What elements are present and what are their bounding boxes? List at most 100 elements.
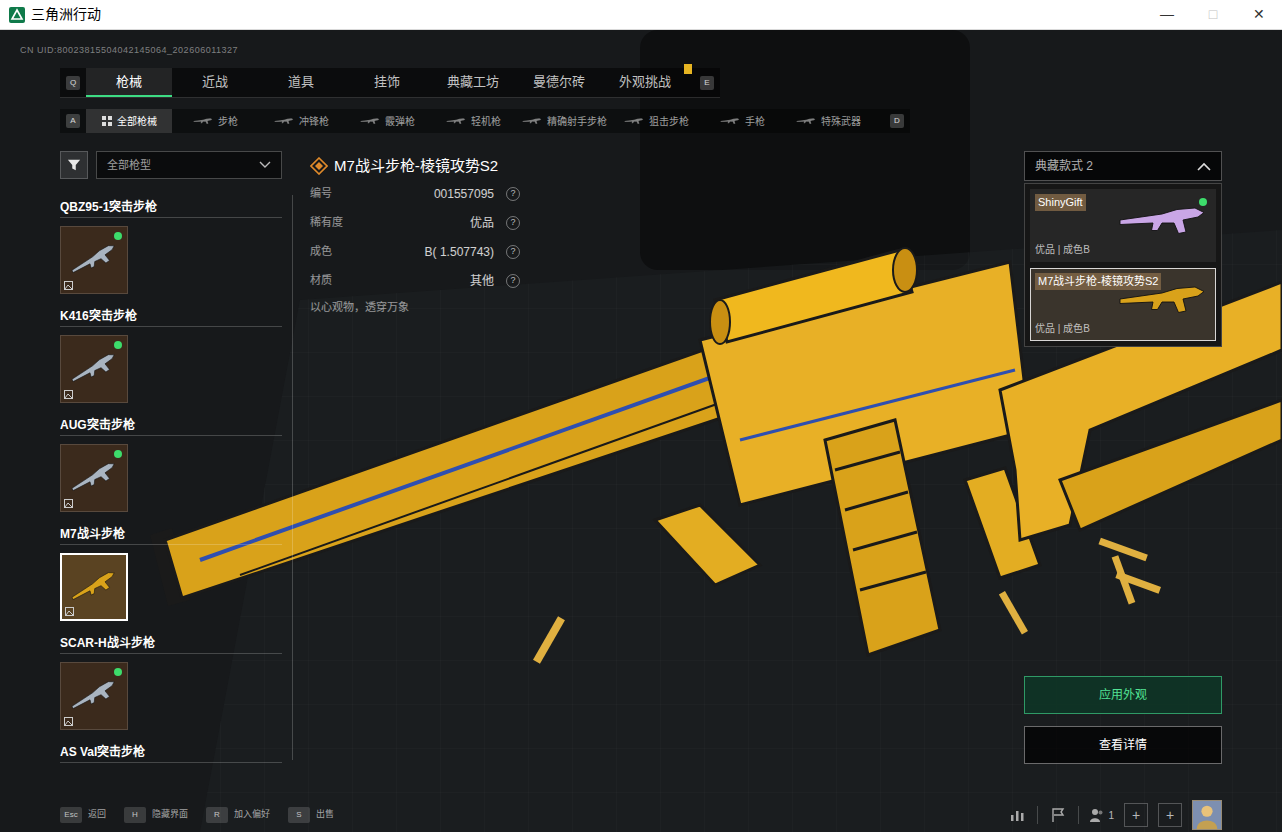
picture-icon [64,499,73,508]
sub-tab[interactable]: 冲锋枪 [258,109,344,133]
weapon-type-dropdown[interactable]: 全部枪型 [96,151,282,179]
weapon-item[interactable]: M7战斗步枪 [60,523,282,632]
title-bar: 三角洲行动 —□✕ [0,0,1282,30]
style-card[interactable]: M7战斗步枪-棱镜攻势S2 优品 | 成色B [1030,268,1216,341]
main-tab[interactable]: 挂饰 [344,68,430,97]
sub-tab[interactable]: 手枪 [699,109,785,133]
key-hint-label: 返回 [88,808,106,822]
field-value: B( 1.507743) [425,243,494,261]
party-count: 1 [1108,808,1114,823]
main-tab[interactable]: 近战 [172,68,258,97]
weapon-item[interactable]: AS Val突击步枪 [60,741,282,765]
app-logo-icon [9,7,25,23]
sub-tab[interactable]: 全部枪械 [86,109,172,133]
sub-tab[interactable]: 精确射手步枪 [516,109,613,133]
key-hint-item[interactable]: R加入偏好 [206,807,270,823]
gun-icon [360,117,380,125]
style-card[interactable]: ShinyGift优品 | 成色B [1030,189,1216,262]
sub-tab[interactable]: 霰弹枪 [344,109,430,133]
sub-tab-label: 霰弹枪 [385,114,415,129]
detail-field: 稀有度优品? [310,208,520,237]
help-button[interactable]: ? [506,216,520,230]
key-cap: S [288,807,310,823]
weapon-item[interactable]: K416突击步枪 [60,305,282,414]
skin-preview-icon [1117,200,1207,240]
weapon-thumbnail[interactable] [60,335,128,403]
gun-icon [720,117,740,125]
key-hint: E [700,76,714,90]
weapon-thumbnail[interactable] [60,662,128,730]
weapon-item[interactable]: AUG突击步枪 [60,414,282,523]
rifle-icon [64,344,124,393]
main-tab-label: 外观挑战 [619,72,671,92]
help-button[interactable]: ? [506,187,520,201]
main-tab-label: 道具 [288,72,314,92]
help-button[interactable]: ? [506,274,520,288]
key-hint-item[interactable]: S 出售 [288,807,334,823]
picture-icon [64,281,73,290]
weapon-item[interactable]: SCAR-H战斗步枪 [60,632,282,741]
main-tab[interactable]: 曼德尔砖 [516,68,602,97]
weapon-column: 全部枪型 QBZ95-1突击步枪K416突击步枪 AUG突击步枪 M7战斗步枪SCAR… [60,151,282,798]
window-control-button[interactable]: — [1144,0,1190,30]
add-member-button[interactable]: + [1124,803,1148,827]
field-value: 001557095 [434,185,494,203]
main-tab[interactable]: 枪械 [86,68,172,97]
key-hint-item[interactable]: Esc返回 [60,807,106,823]
detail-field: 编号001557095? [310,179,520,208]
key-hint-item[interactable]: H隐藏界面 [124,807,188,823]
main-body: 全部枪型 QBZ95-1突击步枪K416突击步枪 AUG突击步枪 M7战斗步枪SCAR… [0,151,1282,798]
sub-tab-label: 特殊武器 [821,114,861,129]
style-dropdown[interactable]: 典藏款式 2 [1024,151,1222,181]
view-details-button[interactable]: 查看详情 [1024,726,1222,764]
sub-tab[interactable]: 狙击步枪 [613,109,699,133]
sub-tab[interactable]: 轻机枪 [430,109,516,133]
key-hint: A [66,114,80,128]
uid-row: CN UID:80023815504042145064_202606011327 [0,30,1282,56]
key-hint-label: 出售 [316,808,334,822]
main-tab-bar: Q枪械近战 道具 挂饰 典藏工坊曼德尔砖外观挑战 E [60,68,720,98]
weapon-name: AS Val突击步枪 [60,743,145,761]
next-subtab-key[interactable]: D [884,114,910,128]
weapon-list: QBZ95-1突击步枪K416突击步枪 AUG突击步枪 M7战斗步枪SCAR-H战斗… [60,193,282,765]
window-title: 三角洲行动 [31,4,101,25]
weapon-thumbnail[interactable] [60,553,128,621]
style-info: 优品 | 成色B [1035,321,1211,336]
avatar-icon [1192,800,1222,830]
key-hint: D [890,114,904,128]
style-list: ShinyGift优品 | 成色B M7战斗步枪-棱镜攻势S2 优品 | 成色B [1024,183,1222,347]
party-indicator[interactable]: 1 [1089,807,1114,823]
window-control-button: □ [1190,0,1236,30]
sub-tab[interactable]: 特殊武器 [785,109,871,133]
add-member-button[interactable]: + [1158,803,1182,827]
detail-field: 材质其他? [310,266,520,295]
rifle-icon [64,235,124,284]
main-tab-label: 挂饰 [374,72,400,92]
gun-icon [193,117,213,125]
main-tab[interactable]: 外观挑战 [602,68,688,97]
field-label: 稀有度 [310,214,343,231]
filter-icon [60,151,88,179]
key-hint-label: 隐藏界面 [152,808,188,822]
weapon-thumbnail[interactable] [60,226,128,294]
help-button[interactable]: ? [506,245,520,259]
next-tab-key[interactable]: E [694,68,720,97]
prev-tab-key[interactable]: Q [60,68,86,97]
apply-skin-button[interactable]: 应用外观 [1024,676,1222,714]
game-area: CN UID:80023815504042145064_202606011327… [0,30,1282,832]
spacer [520,151,1024,798]
main-tab[interactable]: 道具 [258,68,344,97]
weapon-item[interactable]: QBZ95-1突击步枪 [60,196,282,305]
main-tab[interactable]: 典藏工坊 [430,68,516,97]
window-control-button[interactable]: ✕ [1236,0,1282,30]
flag-icon [1048,805,1068,825]
style-name: M7战斗步枪-棱镜攻势S2 [1035,273,1161,290]
game-ui: CN UID:80023815504042145064_202606011327… [0,30,1282,832]
footer-actions: 1 + + [1007,800,1222,830]
prev-subtab-key[interactable]: A [60,114,86,128]
weapon-name: AUG突击步枪 [60,416,135,434]
weapon-thumbnail[interactable] [60,444,128,512]
sub-tab[interactable]: 步枪 [172,109,258,133]
sub-tab-label: 手枪 [745,114,765,129]
grid-icon [102,116,112,126]
